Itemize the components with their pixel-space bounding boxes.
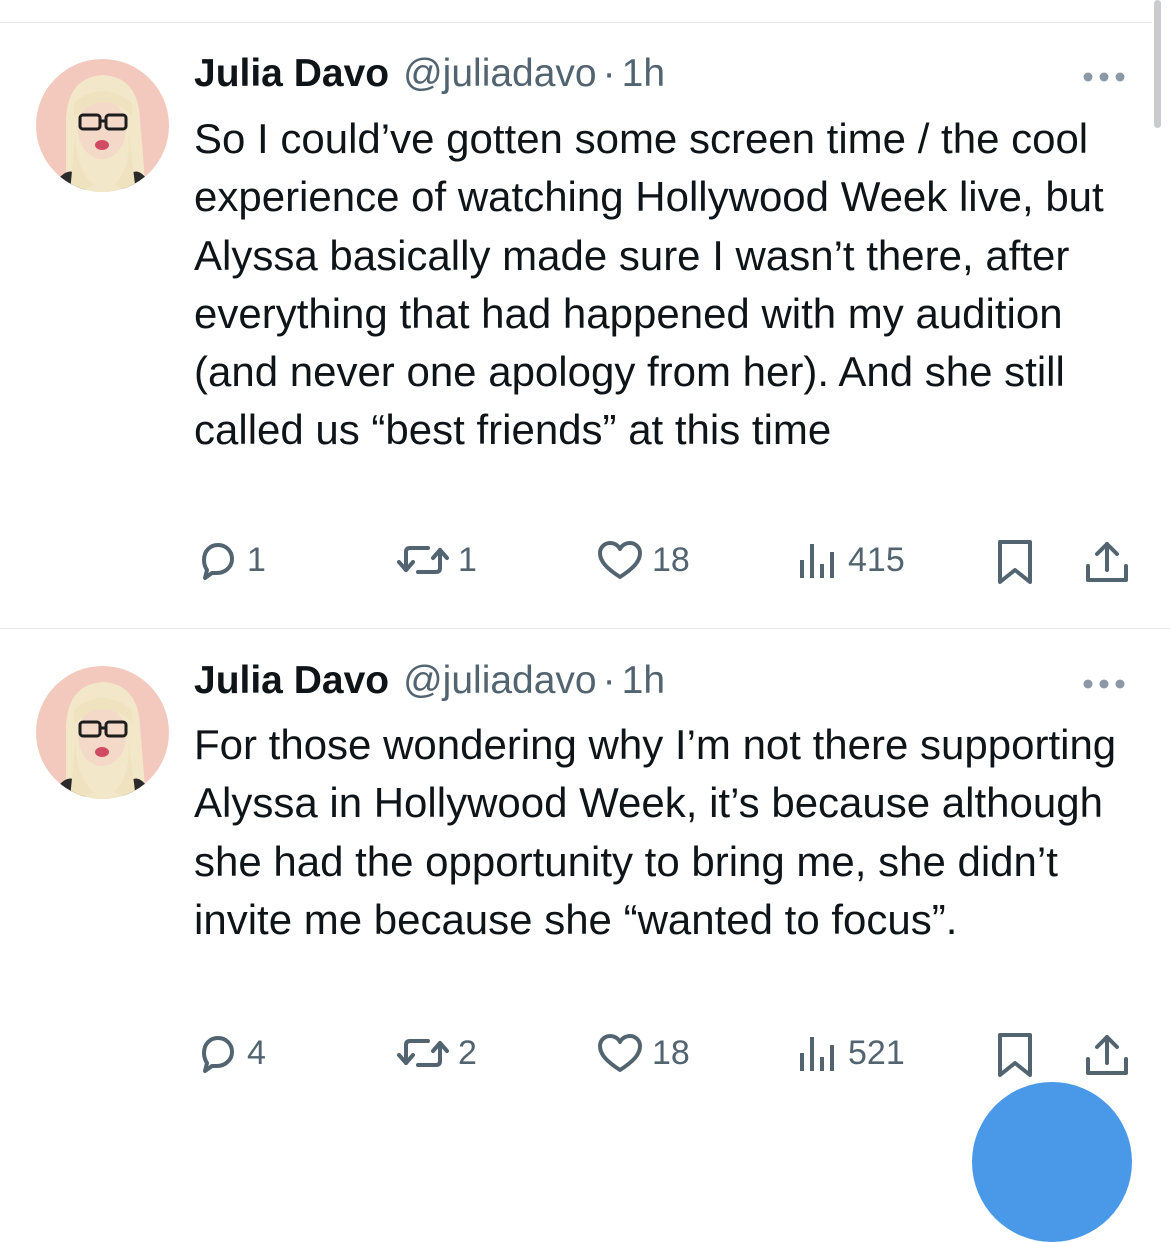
repost-button[interactable]: 2 — [396, 1031, 477, 1075]
share-icon — [1086, 1035, 1128, 1075]
timestamp[interactable]: 1h — [622, 52, 665, 96]
bookmark-button[interactable] — [996, 1031, 1034, 1079]
tweet-header: Julia Davo @juliadavo · 1h — [194, 52, 665, 112]
reply-count: 1 — [247, 540, 266, 579]
bookmark-icon — [998, 540, 1032, 584]
like-button[interactable]: 18 — [596, 1031, 690, 1075]
tweet-text: For those wondering why I’m not there su… — [194, 721, 1126, 943]
avatar-image — [36, 59, 169, 192]
timestamp[interactable]: 1h — [622, 659, 665, 703]
more-icon — [1083, 72, 1125, 82]
tweet-2[interactable]: Julia Davo @juliadavo · 1h For those won… — [0, 629, 1170, 1135]
avatar[interactable] — [36, 666, 169, 799]
views-icon — [800, 544, 834, 578]
author-name[interactable]: Julia Davo — [194, 659, 389, 703]
repost-icon — [397, 1039, 449, 1067]
dot-separator: · — [602, 659, 616, 702]
views-count: 415 — [848, 540, 905, 579]
reply-icon — [202, 1036, 234, 1073]
author-handle[interactable]: @juliadavo — [403, 52, 597, 96]
share-button[interactable] — [1084, 538, 1130, 586]
more-icon — [1083, 679, 1125, 689]
tweet-1[interactable]: Julia Davo @juliadavo · 1h So I could’ve… — [0, 0, 1170, 628]
author-name[interactable]: Julia Davo — [194, 52, 389, 96]
views-icon — [800, 1037, 834, 1071]
like-button[interactable]: 18 — [596, 538, 690, 582]
bookmark-button[interactable] — [996, 538, 1034, 586]
author-handle[interactable]: @juliadavo — [403, 659, 597, 703]
avatar-image — [36, 666, 169, 799]
reply-icon — [202, 543, 234, 580]
compose-fab-button[interactable] — [972, 1082, 1132, 1242]
views-count: 521 — [848, 1033, 905, 1072]
share-button[interactable] — [1084, 1031, 1130, 1079]
repost-count: 1 — [458, 540, 477, 579]
heart-icon — [598, 541, 642, 579]
more-button[interactable] — [1078, 672, 1130, 696]
reply-count: 4 — [247, 1033, 266, 1072]
repost-icon — [397, 546, 449, 574]
reply-button[interactable]: 1 — [195, 538, 266, 582]
views-button[interactable]: 521 — [796, 1031, 905, 1075]
bookmark-icon — [998, 1033, 1032, 1077]
reply-button[interactable]: 4 — [195, 1031, 266, 1075]
avatar[interactable] — [36, 59, 169, 192]
like-count: 18 — [652, 540, 690, 579]
heart-icon — [598, 1034, 642, 1072]
tweet-header: Julia Davo @juliadavo · 1h — [194, 659, 665, 719]
share-icon — [1086, 542, 1128, 582]
views-button[interactable]: 415 — [796, 538, 905, 582]
dot-separator: · — [602, 52, 616, 95]
more-button[interactable] — [1078, 65, 1130, 89]
repost-count: 2 — [458, 1033, 477, 1072]
like-count: 18 — [652, 1033, 690, 1072]
tweet-text: So I could’ve gotten some screen time / … — [194, 115, 1114, 454]
repost-button[interactable]: 1 — [396, 538, 477, 582]
